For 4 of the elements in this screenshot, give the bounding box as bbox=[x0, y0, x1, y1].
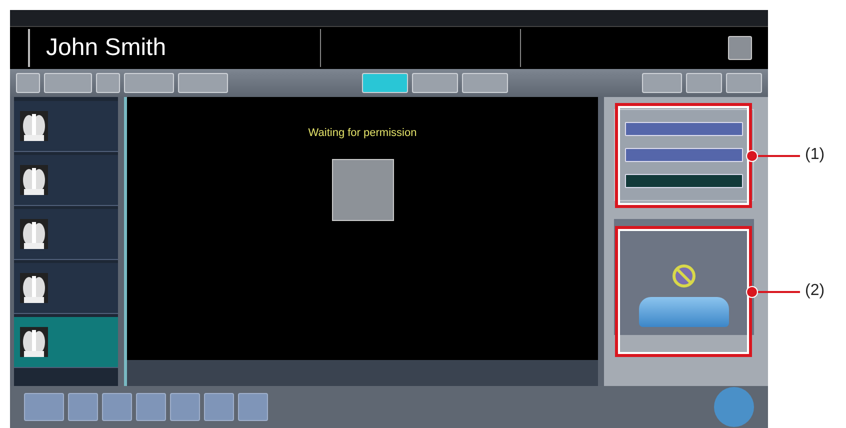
status-message: Waiting for permission bbox=[308, 127, 417, 139]
callout-label: (1) bbox=[805, 146, 825, 164]
callout-label: (2) bbox=[805, 282, 825, 300]
patient-name: John Smith bbox=[28, 29, 320, 67]
